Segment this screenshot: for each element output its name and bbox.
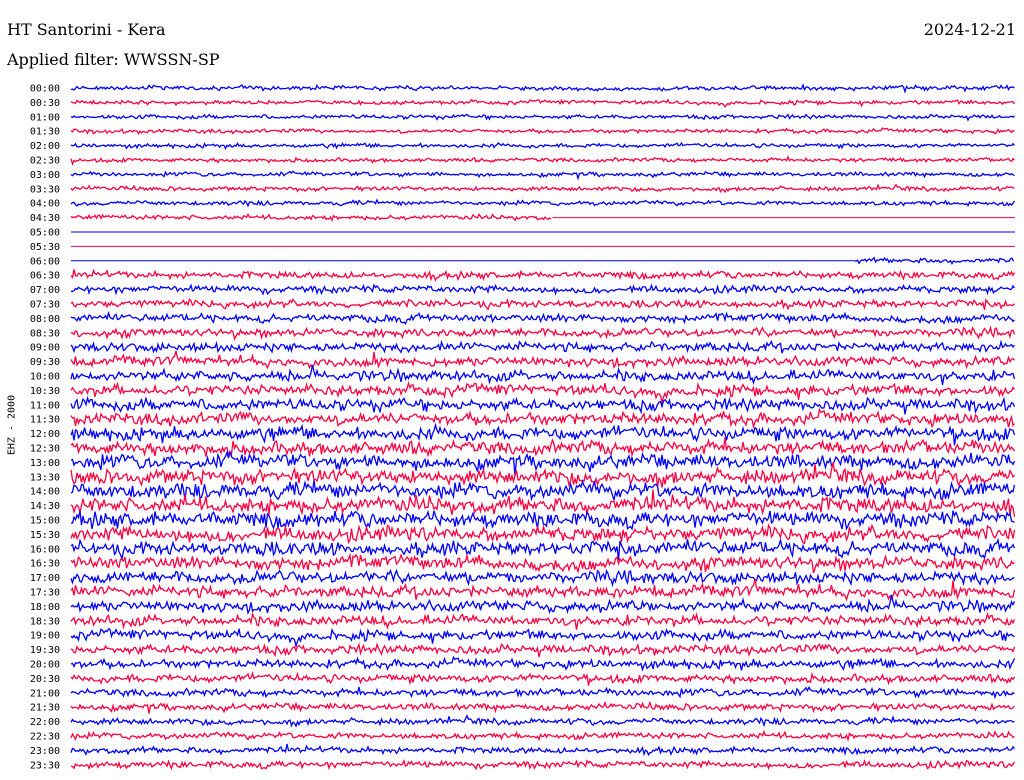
time-label: 12:00: [30, 429, 60, 440]
trace-0230: [70, 155, 1015, 166]
trace-1300: [70, 449, 1016, 476]
trace-1630: [70, 552, 1015, 574]
trace-0000: [70, 83, 1015, 94]
time-label: 12:30: [30, 444, 60, 455]
trace-0330: [70, 183, 1015, 194]
time-label: 17:30: [30, 588, 60, 599]
time-label: 05:00: [30, 228, 60, 239]
trace-0100: [70, 113, 1015, 122]
time-label: 04:30: [30, 213, 60, 224]
time-label: 19:00: [30, 631, 60, 642]
trace-0200: [70, 141, 1015, 151]
trace-0700: [70, 283, 1016, 296]
time-label: 02:30: [30, 156, 60, 167]
trace-1800: [70, 594, 1016, 615]
time-label: 08:00: [30, 314, 60, 325]
trace-1000: [70, 364, 1016, 386]
time-label: 11:00: [30, 400, 60, 411]
time-label-group: 00:00 00:30 01:00 01:30 02:00 02:30 03:00 03:30…: [30, 84, 60, 772]
trace-1900: [70, 627, 1015, 649]
time-label: 04:00: [30, 199, 60, 210]
time-label: 05:30: [30, 242, 60, 253]
time-label: 13:30: [30, 472, 60, 483]
time-label: 15:30: [30, 530, 60, 541]
trace-0830: [70, 325, 1016, 341]
trace-0130: [70, 127, 1015, 136]
time-label: 20:30: [30, 674, 60, 685]
time-label: 07:00: [30, 285, 60, 296]
time-label: 22:00: [30, 717, 60, 728]
time-label: 18:00: [30, 602, 60, 613]
helicorder-plot: 00:00 00:30 01:00 01:30 02:00 02:30 03:00 03:30…: [30, 83, 1016, 772]
time-label: 06:30: [30, 271, 60, 282]
trace-0930: [70, 350, 1015, 370]
trace-2030: [70, 671, 1016, 686]
time-label: 10:30: [30, 386, 60, 397]
time-label: 02:00: [30, 141, 60, 152]
time-label: 17:00: [30, 573, 60, 584]
time-label: 23:30: [30, 760, 60, 771]
trace-1130: [70, 407, 1015, 429]
trace-0430: [70, 212, 552, 223]
time-label: 20:00: [30, 660, 60, 671]
trace-0400: [70, 198, 1016, 208]
time-label: 21:30: [30, 703, 60, 714]
time-label: 03:30: [30, 184, 60, 195]
trace-1830: [70, 611, 1016, 630]
time-label: 14:00: [30, 487, 60, 498]
time-label: 07:30: [30, 300, 60, 311]
trace-group: [70, 83, 1016, 771]
trace-1100: [70, 395, 1016, 415]
time-label: 10:00: [30, 372, 60, 383]
time-label: 18:30: [30, 616, 60, 627]
trace-1230: [70, 437, 1016, 458]
trace-0300: [70, 170, 1015, 181]
trace-2300: [70, 743, 1016, 757]
trace-0600: [854, 256, 1015, 265]
time-label: 08:30: [30, 328, 60, 339]
time-label: 16:30: [30, 559, 60, 570]
trace-1530: [70, 523, 1016, 545]
trace-1200: [70, 422, 1016, 446]
trace-2130: [70, 700, 1015, 714]
time-label: 09:00: [30, 343, 60, 354]
time-label: 00:00: [30, 84, 60, 95]
time-label: 11:30: [30, 415, 60, 426]
trace-0630: [70, 268, 1016, 282]
trace-1330: [70, 462, 1015, 488]
time-label: 03:00: [30, 170, 60, 181]
time-label: 06:00: [30, 256, 60, 267]
trace-2000: [70, 655, 1016, 672]
time-label: 09:30: [30, 357, 60, 368]
trace-0730: [70, 297, 1015, 311]
trace-1930: [70, 642, 1016, 658]
time-label: 14:30: [30, 501, 60, 512]
trace-2200: [70, 714, 1015, 728]
time-label: 01:30: [30, 127, 60, 138]
time-label: 19:30: [30, 645, 60, 656]
trace-0800: [70, 310, 1015, 326]
time-label: 22:30: [30, 732, 60, 743]
time-label: 01:00: [30, 112, 60, 123]
trace-2330: [70, 758, 1016, 771]
time-label: 15:00: [30, 516, 60, 527]
trace-0030: [70, 98, 1016, 108]
time-label: 00:30: [30, 98, 60, 109]
trace-0900: [70, 339, 1016, 354]
time-label: 21:00: [30, 688, 60, 699]
time-label: 16:00: [30, 544, 60, 555]
trace-1600: [70, 537, 1016, 562]
time-label: 23:00: [30, 746, 60, 757]
trace-1700: [70, 568, 1015, 588]
trace-2100: [70, 685, 1015, 700]
trace-1400: [70, 479, 1016, 502]
trace-2230: [70, 729, 1015, 742]
time-label: 13:00: [30, 458, 60, 469]
